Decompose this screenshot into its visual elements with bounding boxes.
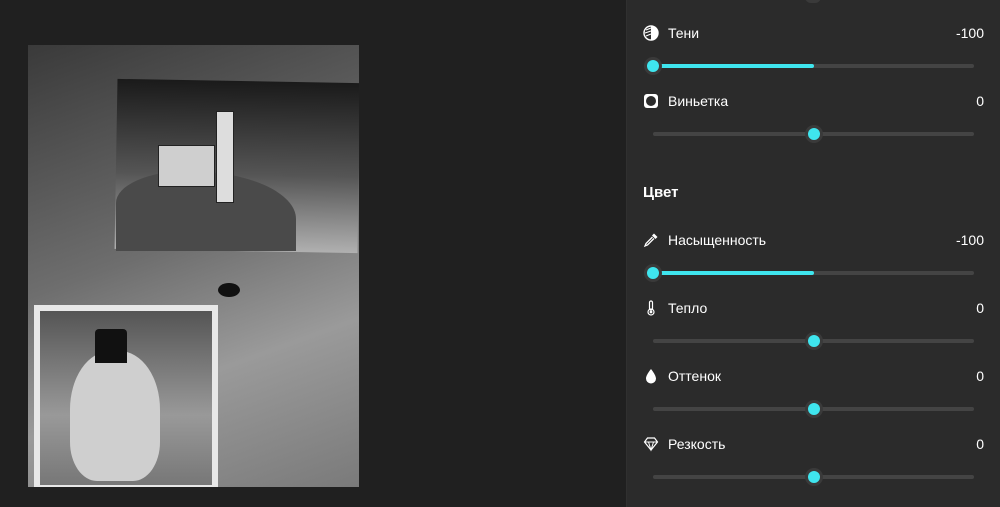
sharpness-value: 0 [976,436,984,452]
polaroid-image [40,311,212,485]
postcard-house [158,145,215,187]
vignette-value: 0 [976,93,984,109]
sharpness-row: Резкость [643,432,725,456]
warmth-thumb[interactable] [804,332,823,350]
saturation-fill [653,271,814,275]
warmth-row: Тепло [643,296,707,320]
eyedropper-icon [643,232,659,248]
bear-polaroid [34,305,218,487]
shadows-label: Тени [668,25,700,41]
photo-canvas [0,0,626,507]
vignette-icon [643,93,659,109]
vignette-thumb[interactable] [804,125,823,143]
shadows-icon [643,25,659,41]
warmth-label: Тепло [668,300,708,316]
tint-slider[interactable] [653,400,974,418]
vignette-row: Виньетка [643,89,728,113]
postcard-lighthouse [216,111,234,203]
diamond-icon [643,436,659,452]
sharpness-slider[interactable] [653,468,974,486]
thermometer-icon [643,300,659,316]
edited-photo [28,45,359,487]
droplet-icon [643,368,659,384]
teddy-bear [70,351,160,481]
sharpness-thumb[interactable] [804,468,823,486]
saturation-value: -100 [955,232,984,248]
tint-thumb[interactable] [804,400,823,418]
saturation-slider[interactable] [644,264,974,282]
shadows-fill [653,64,814,68]
warmth-slider[interactable] [653,332,974,350]
saturation-label: Насыщенность [668,232,767,248]
adjustments-panel: Тени -100 Виньетка 0 Цвет Насыщенность -… [626,0,1000,507]
clip-pin [218,283,240,297]
shadows-thumb[interactable] [644,57,662,75]
tint-label: Оттенок [668,368,721,384]
bear-hat [95,329,127,363]
vignette-slider[interactable] [653,125,974,143]
sharpness-label: Резкость [668,436,726,452]
tint-value: 0 [976,368,984,384]
warmth-value: 0 [976,300,984,316]
color-section-title: Цвет [643,184,679,201]
shadows-row: Тени [643,21,699,45]
shadows-slider[interactable] [644,57,974,75]
saturation-row: Насыщенность [643,228,766,252]
vignette-label: Виньетка [668,93,729,109]
shadows-value: -100 [955,25,984,41]
saturation-thumb[interactable] [644,264,662,282]
tint-row: Оттенок [643,364,721,388]
scroll-thumb-stub [805,0,821,3]
